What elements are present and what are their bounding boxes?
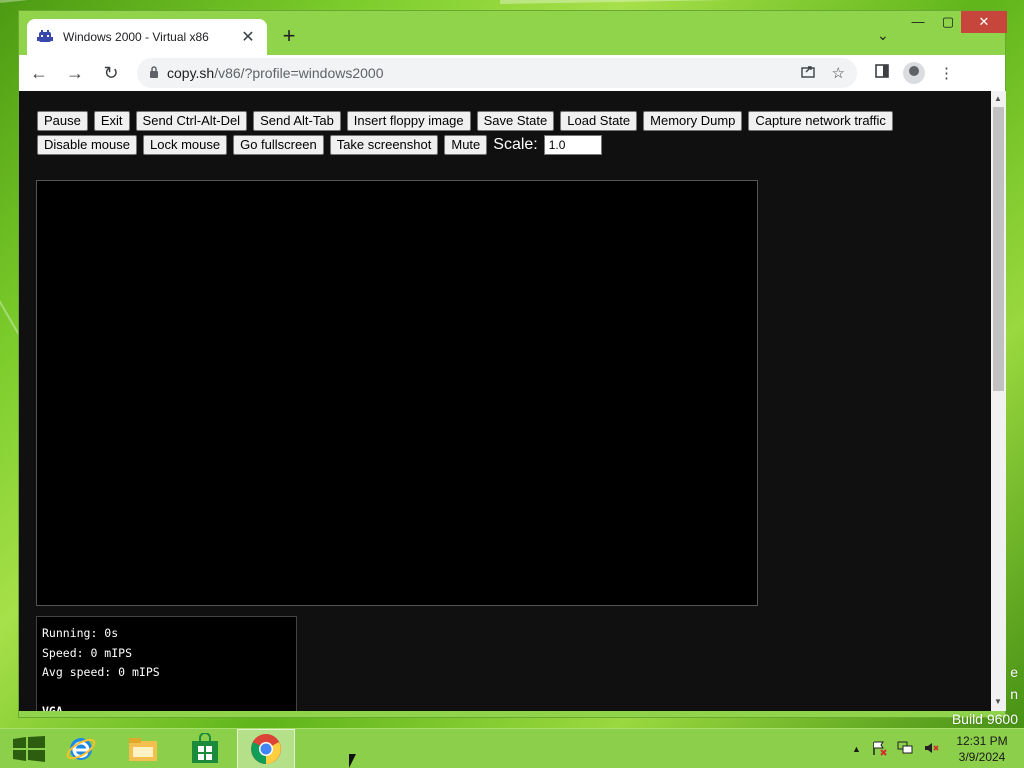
scale-label: Scale: — [493, 136, 538, 153]
disable-mouse-button[interactable]: Disable mouse — [37, 135, 137, 155]
emulator-controls-row1: Pause Exit Send Ctrl-Alt-Del Send Alt-Ta… — [37, 111, 899, 131]
internet-explorer-icon[interactable] — [52, 729, 110, 768]
watermark-fragment: e — [1010, 664, 1018, 680]
vertical-scrollbar[interactable]: ▲ ▼ — [991, 91, 1006, 711]
side-panel-icon[interactable] — [875, 64, 889, 82]
system-tray: ▲ — [852, 729, 939, 768]
lock-icon[interactable] — [149, 65, 159, 81]
new-tab-button[interactable]: + — [277, 25, 301, 47]
title-bar: Windows 2000 - Virtual x86 ✕ + ⌄ — ▢ ✕ — [19, 11, 1007, 55]
scroll-thumb[interactable] — [993, 107, 1004, 391]
insert-floppy-button[interactable]: Insert floppy image — [346, 111, 471, 131]
watermark-build: Build 9600 — [951, 711, 1018, 727]
clock-time: 12:31 PM — [956, 734, 1008, 748]
network-icon[interactable] — [897, 740, 913, 759]
running-time: Running: 0s — [42, 626, 119, 640]
scroll-up-icon[interactable]: ▲ — [994, 94, 1002, 103]
take-screenshot-button[interactable]: Take screenshot — [329, 135, 439, 155]
browser-tab[interactable]: Windows 2000 - Virtual x86 ✕ — [27, 19, 267, 55]
avg-speed: Avg speed: 0 mIPS — [42, 665, 160, 679]
desktop-streak — [0, 0, 259, 3]
url-host: copy.sh — [167, 65, 215, 81]
system-clock[interactable]: 12:31 PM 3/9/2024 — [950, 733, 1014, 765]
exit-button[interactable]: Exit — [93, 111, 130, 131]
reload-icon[interactable]: ↻ — [95, 57, 127, 89]
profile-avatar-icon[interactable] — [903, 62, 925, 84]
send-ctrl-alt-del-button[interactable]: Send Ctrl-Alt-Del — [135, 111, 248, 131]
taskbar: ▲ 12:31 PM 3/9/2024 — [0, 728, 1024, 768]
forward-arrow-icon[interactable]: → — [59, 57, 91, 89]
tab-search-chevron-icon[interactable]: ⌄ — [877, 27, 889, 44]
desktop-streak — [500, 0, 1020, 4]
minimize-button[interactable]: — — [905, 11, 931, 33]
store-icon[interactable] — [176, 729, 234, 768]
address-bar[interactable]: copy.sh /v86/?profile=windows2000 ☆ — [137, 58, 857, 88]
flag-icon[interactable] — [871, 740, 887, 759]
star-icon[interactable]: ☆ — [832, 64, 845, 82]
memory-dump-button[interactable]: Memory Dump — [643, 111, 743, 131]
scroll-down-icon[interactable]: ▼ — [994, 697, 1002, 706]
chrome-window: Windows 2000 - Virtual x86 ✕ + ⌄ — ▢ ✕ ←… — [18, 10, 1007, 718]
url-path: /v86/?profile=windows2000 — [214, 65, 384, 81]
close-button[interactable]: ✕ — [961, 11, 1007, 33]
speaker-muted-icon[interactable] — [923, 740, 939, 759]
page-content: Pause Exit Send Ctrl-Alt-Del Send Alt-Ta… — [19, 91, 991, 711]
load-state-button[interactable]: Load State — [560, 111, 638, 131]
file-explorer-icon[interactable] — [114, 729, 172, 768]
capture-network-button[interactable]: Capture network traffic — [748, 111, 893, 131]
clock-date: 3/9/2024 — [958, 750, 1006, 764]
go-fullscreen-button[interactable]: Go fullscreen — [233, 135, 324, 155]
back-arrow-icon[interactable]: ← — [23, 57, 55, 89]
save-state-button[interactable]: Save State — [476, 111, 555, 131]
lock-mouse-button[interactable]: Lock mouse — [143, 135, 228, 155]
kebab-menu-icon[interactable]: ⋮ — [939, 64, 954, 82]
tab-title: Windows 2000 - Virtual x86 — [63, 30, 209, 44]
browser-toolbar: ← → ↻ copy.sh /v86/?profile=windows2000 … — [19, 55, 1005, 91]
v86-favicon-icon — [37, 29, 53, 45]
maximize-button[interactable]: ▢ — [935, 11, 961, 33]
tab-close-icon[interactable]: ✕ — [239, 27, 257, 47]
send-alt-tab-button[interactable]: Send Alt-Tab — [253, 111, 341, 131]
chrome-icon[interactable] — [237, 729, 295, 768]
watermark-fragment: n — [1010, 686, 1018, 702]
emulator-controls-row2: Disable mouse Lock mouse Go fullscreen T… — [37, 135, 602, 155]
start-windows-icon[interactable] — [0, 729, 58, 768]
stats-panel: Running: 0s Speed: 0 mIPS Avg speed: 0 m… — [36, 616, 297, 711]
vga-heading: VGA — [42, 703, 63, 712]
emulator-screen[interactable] — [36, 180, 758, 606]
share-icon[interactable] — [800, 63, 816, 83]
scale-input[interactable] — [543, 135, 602, 155]
mouse-cursor-icon — [349, 754, 356, 768]
tray-expand-icon[interactable]: ▲ — [852, 744, 861, 754]
mute-button[interactable]: Mute — [444, 135, 488, 155]
speed: Speed: 0 mIPS — [42, 645, 133, 660]
pause-button[interactable]: Pause — [37, 111, 88, 131]
